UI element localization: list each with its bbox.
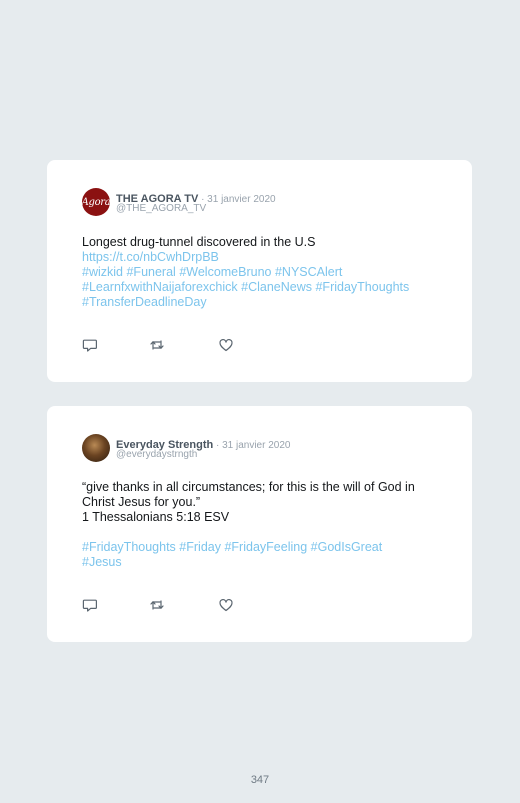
hashtag[interactable]: #LearnfxwithNaijaforexchick <box>82 280 238 294</box>
hashtag[interactable]: #Jesus <box>82 555 122 569</box>
hashtag[interactable]: #Friday <box>179 540 221 554</box>
reply-icon[interactable] <box>82 597 98 613</box>
hashtag[interactable]: #FridayFeeling <box>224 540 307 554</box>
avatar[interactable] <box>82 434 110 462</box>
tweet-date[interactable]: · 31 janvier 2020 <box>198 194 276 205</box>
hashtag[interactable]: #FridayThoughts <box>315 280 409 294</box>
tweet-text: 1 Thessalonians 5:18 ESV <box>82 510 230 524</box>
avatar-logo-text: Agora <box>82 196 110 208</box>
hashtag-line: #wizkid #Funeral #WelcomeBruno #NYSCAler… <box>82 265 452 280</box>
avatar[interactable]: Agora <box>82 188 110 216</box>
tweet-body: Longest drug-tunnel discovered in the U.… <box>82 235 452 310</box>
hashtag-line: #TransferDeadlineDay <box>82 295 452 310</box>
hashtag[interactable]: #FridayThoughts <box>82 540 176 554</box>
reply-icon[interactable] <box>82 337 98 353</box>
tweet-link[interactable]: https://t.co/nbCwhDrpBB <box>82 250 452 265</box>
hashtag[interactable]: #WelcomeBruno <box>179 265 271 279</box>
author-handle[interactable]: @everydaystrngth <box>116 449 197 460</box>
hashtag-line: #LearnfxwithNaijaforexchick #ClaneNews #… <box>82 280 452 295</box>
hashtag-line: #FridayThoughts #Friday #FridayFeeling #… <box>82 540 452 555</box>
tweet-text: “give thanks in all circumstances; for t… <box>82 480 415 494</box>
like-icon[interactable] <box>218 597 234 613</box>
tweet-text: Longest drug-tunnel discovered in the U.… <box>82 235 316 249</box>
retweet-icon[interactable] <box>149 337 165 353</box>
tweet-card: Everyday Strength · 31 janvier 2020 @eve… <box>47 406 472 642</box>
retweet-icon[interactable] <box>149 597 165 613</box>
hashtag[interactable]: #GodIsGreat <box>311 540 383 554</box>
tweet-body: “give thanks in all circumstances; for t… <box>82 480 452 570</box>
hashtag[interactable]: #wizkid <box>82 265 123 279</box>
hashtag[interactable]: #Funeral <box>126 265 175 279</box>
tweet-text: Christ Jesus for you.” <box>82 495 201 509</box>
hashtag[interactable]: #NYSCAlert <box>275 265 342 279</box>
hashtag-line: #Jesus <box>82 555 452 570</box>
hashtag[interactable]: #TransferDeadlineDay <box>82 295 207 309</box>
hashtag[interactable]: #ClaneNews <box>241 280 312 294</box>
tweet-card: Agora THE AGORA TV · 31 janvier 2020 @TH… <box>47 160 472 382</box>
tweet-date[interactable]: · 31 janvier 2020 <box>213 440 291 451</box>
like-icon[interactable] <box>218 337 234 353</box>
page-number: 347 <box>250 774 270 786</box>
author-handle[interactable]: @THE_AGORA_TV <box>116 203 206 214</box>
